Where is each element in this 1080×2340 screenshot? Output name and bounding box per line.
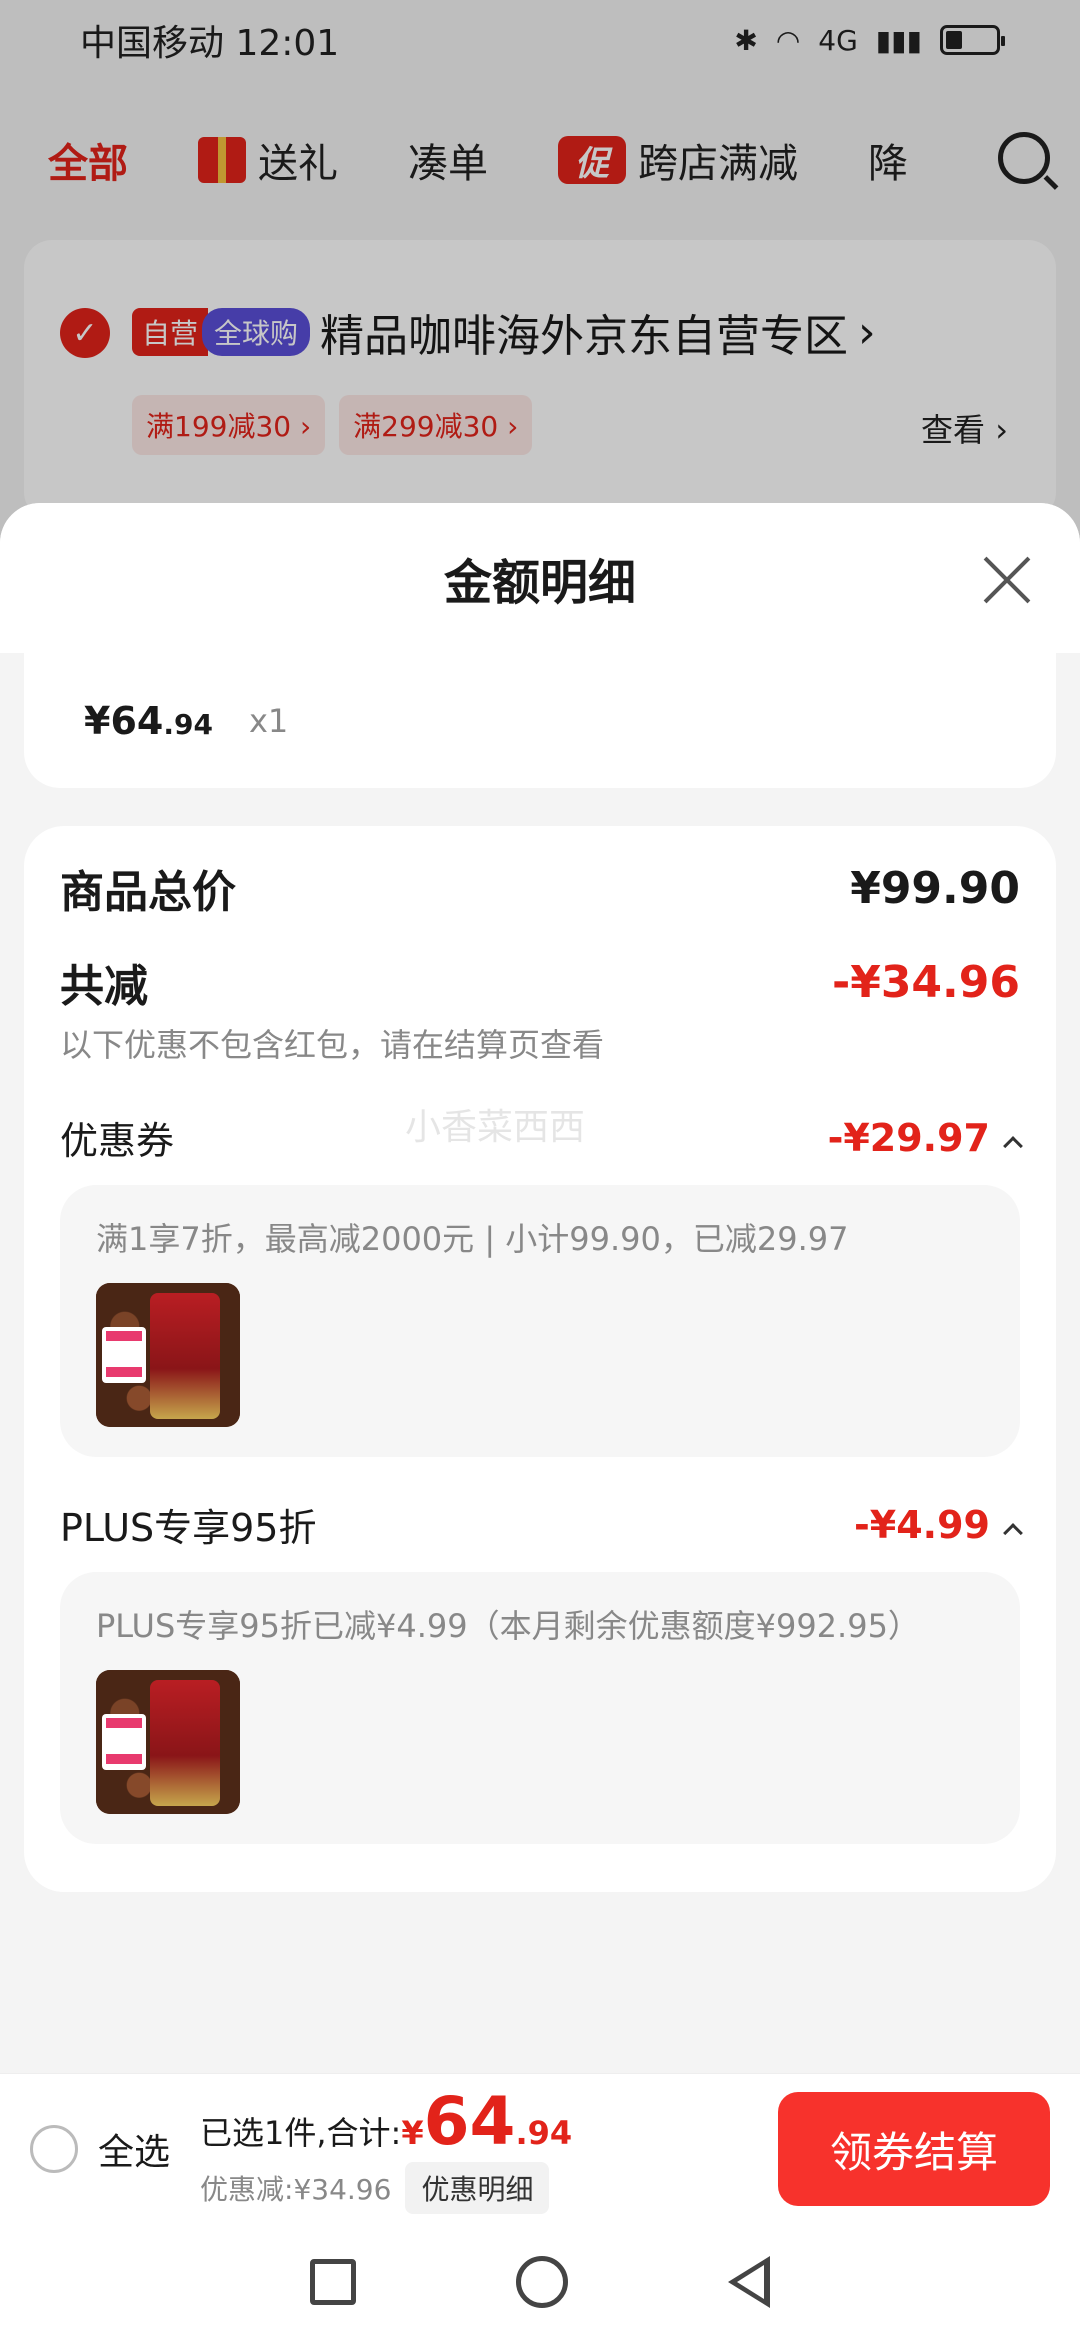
home-icon[interactable] (516, 2255, 568, 2308)
selected-text: 已选1件,合计: (200, 2114, 402, 2152)
reduce-row: 共减 -¥34.96 (60, 950, 1020, 1014)
price-detail-card: 商品总价 ¥99.90 共减 -¥34.96 以下优惠不包含红包，请在结算页查看… (24, 826, 1056, 1892)
chevron-up-icon (1003, 1135, 1023, 1156)
discount-detail-button[interactable]: 优惠明细 (405, 2162, 550, 2214)
product-label-image (102, 1714, 146, 1770)
sheet-title: 金额明细 (443, 555, 636, 611)
close-icon[interactable] (982, 555, 1032, 605)
plus-detail-box: PLUS专享95折已减¥4.99（本月剩余优惠额度¥992.95） (60, 1572, 1020, 1844)
system-nav-bar (0, 2223, 1080, 2340)
item-price-dec: .94 (163, 707, 213, 741)
coffee-can-image (150, 1680, 220, 1806)
plus-detail-text: PLUS专享95折已减¥4.99（本月剩余优惠额度¥992.95） (96, 1607, 920, 1645)
currency-symbol: ¥ (401, 2114, 424, 2152)
discount-line: 优惠减:¥34.96 优惠明细 (200, 2162, 572, 2214)
total-price-row: 商品总价 ¥99.90 (60, 856, 1020, 920)
watermark: 小香菜西西 (405, 1107, 586, 1148)
item-price: ¥64.94 (84, 699, 213, 743)
sheet-header: 金额明细 (0, 503, 1080, 653)
amount-detail-sheet: 金额明细 ¥64.94 x1 商品总价 ¥99.90 共减 -¥34.96 以下… (0, 503, 1080, 2340)
product-thumbnail[interactable] (96, 1670, 240, 1814)
reduce-value: -¥34.96 (831, 956, 1020, 1008)
select-all-label[interactable]: 全选 (98, 2123, 170, 2175)
back-icon[interactable] (728, 2255, 770, 2308)
checkout-bar: 全选 已选1件,合计: ¥64.94 优惠减:¥34.96 优惠明细 领券结算 (0, 2073, 1080, 2223)
plus-section-value: -¥4.99 (854, 1502, 990, 1547)
recents-icon[interactable] (310, 2258, 356, 2305)
total-summary: 已选1件,合计: ¥64.94 优惠减:¥34.96 优惠明细 (200, 2083, 572, 2214)
plus-section-label: PLUS专享95折 (60, 1506, 317, 1550)
item-price-int: ¥64 (84, 698, 164, 743)
chevron-up-icon (1003, 1522, 1023, 1543)
checkout-button[interactable]: 领券结算 (778, 2092, 1050, 2206)
total-dec: .94 (515, 2114, 573, 2152)
item-quantity: x1 (248, 701, 289, 740)
coffee-can-image (150, 1293, 220, 1419)
coupon-section-amount: -¥29.97 (827, 1115, 1023, 1160)
coupon-section-label: 优惠券 (60, 1119, 175, 1163)
total-price-value: ¥99.90 (850, 862, 1020, 914)
select-all-checkbox[interactable] (30, 2124, 78, 2173)
total-int: 64 (423, 2083, 516, 2160)
product-thumbnail[interactable] (96, 1283, 240, 1427)
total-price-label: 商品总价 (60, 867, 236, 918)
coupon-detail-text: 满1享7折，最高减2000元 | 小计99.90，已减29.97 (96, 1220, 849, 1258)
item-summary: ¥64.94 x1 (24, 653, 1056, 788)
reduce-label: 共减 (60, 961, 148, 1012)
coupon-detail-box: 满1享7折，最高减2000元 | 小计99.90，已减29.97 (60, 1185, 1020, 1457)
total-amount: ¥64.94 (401, 2083, 572, 2160)
reduce-note: 以下优惠不包含红包，请在结算页查看 (60, 1026, 605, 1064)
coupon-section-value: -¥29.97 (827, 1115, 990, 1160)
plus-section-amount: -¥4.99 (854, 1502, 1023, 1547)
product-label-image (102, 1327, 146, 1383)
plus-section-header[interactable]: PLUS专享95折 -¥4.99 (60, 1497, 1023, 1552)
discount-text: 优惠减:¥34.96 (200, 2173, 392, 2206)
total-line: 已选1件,合计: ¥64.94 (200, 2083, 572, 2160)
